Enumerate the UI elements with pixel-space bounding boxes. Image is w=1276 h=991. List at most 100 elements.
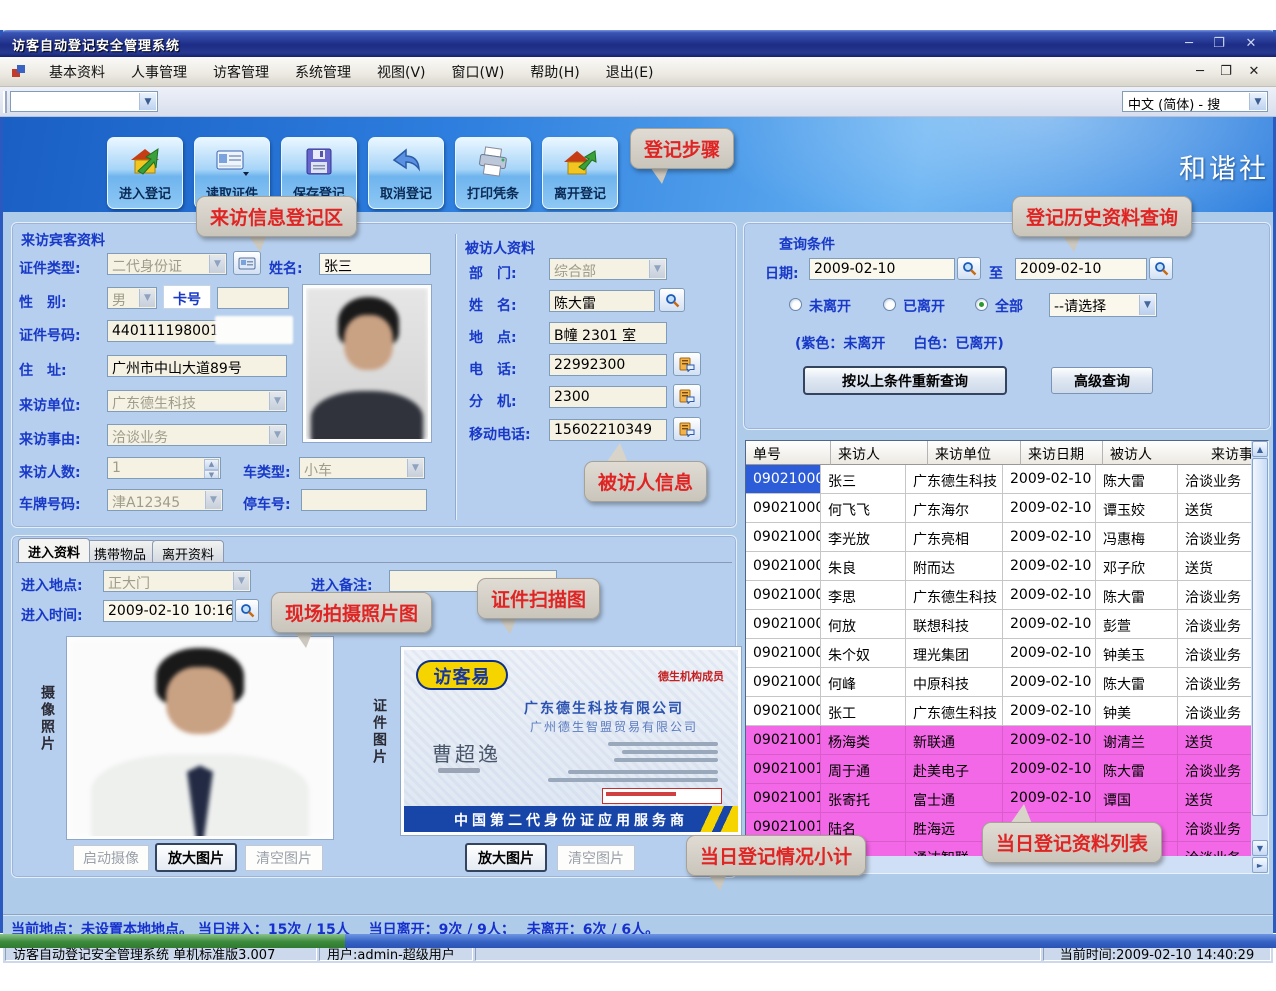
- visit-company-combobox[interactable]: 广东德生科技▼: [107, 390, 287, 412]
- column-header[interactable]: 来访人: [831, 441, 928, 465]
- tab-carried-items[interactable]: 携带物品: [84, 540, 156, 562]
- gender-combobox[interactable]: 男▼: [107, 287, 157, 309]
- tab-entry-info[interactable]: 进入资料: [18, 538, 90, 562]
- table-cell-company[interactable]: 联想科技: [906, 610, 1003, 639]
- table-cell-date[interactable]: 2009-02-10: [1003, 494, 1096, 523]
- visitor-count-stepper[interactable]: 1 ▲▼: [107, 457, 221, 479]
- table-cell-company[interactable]: 富士通: [906, 784, 1003, 813]
- table-cell-company[interactable]: 广东德生科技: [906, 581, 1003, 610]
- chevron-down-icon[interactable]: ▼: [139, 93, 156, 110]
- table-cell-company[interactable]: 新联通: [906, 726, 1003, 755]
- table-cell-id[interactable]: 090210006: [746, 610, 821, 639]
- table-cell-visitor[interactable]: 张工: [821, 697, 906, 726]
- minimize-icon[interactable]: ─: [1178, 35, 1200, 52]
- table-row[interactable]: 090210011周于通赴美电子2009-02-10陈大雷洽谈业务: [746, 755, 1268, 784]
- table-cell-id[interactable]: 090210010: [746, 726, 821, 755]
- table-cell-date[interactable]: 2009-02-10: [1003, 581, 1096, 610]
- query-select[interactable]: --请选择▼: [1049, 293, 1157, 317]
- visit-reason-combobox[interactable]: 洽谈业务▼: [107, 424, 287, 446]
- menu-item[interactable]: 访客管理: [200, 62, 282, 82]
- table-cell-visitee[interactable]: 陈大雷: [1096, 755, 1178, 784]
- table-cell-visitee[interactable]: 冯惠梅: [1096, 523, 1178, 552]
- table-cell-visitor[interactable]: 杨海类: [821, 726, 906, 755]
- table-cell-company[interactable]: 赴美电子: [906, 755, 1003, 784]
- table-cell-visitee[interactable]: 陈大雷: [1096, 581, 1178, 610]
- tab-leave-info[interactable]: 离开资料: [152, 540, 224, 562]
- radio-all[interactable]: [975, 298, 988, 311]
- table-cell-visitor[interactable]: 何飞飞: [821, 494, 906, 523]
- radio-left[interactable]: [883, 298, 896, 311]
- table-cell-id[interactable]: 090210012: [746, 784, 821, 813]
- table-cell-date[interactable]: 2009-02-10: [1003, 697, 1096, 726]
- restore-icon[interactable]: ❐: [1208, 35, 1230, 52]
- table-cell-company[interactable]: 广东德生科技: [906, 697, 1003, 726]
- table-cell-company[interactable]: 中原科技: [906, 668, 1003, 697]
- menu-item[interactable]: 系统管理: [282, 62, 364, 82]
- advanced-query-button[interactable]: 高级查询: [1051, 367, 1153, 394]
- chevron-down-icon[interactable]: ▼: [1249, 93, 1266, 110]
- table-cell-id[interactable]: 090210005: [746, 581, 821, 610]
- requery-button[interactable]: 按以上条件重新查询: [803, 366, 1007, 395]
- column-header[interactable]: 来访单位: [928, 441, 1021, 465]
- table-cell-visitor[interactable]: 李光放: [821, 523, 906, 552]
- zoom-photo-button[interactable]: 放大图片: [155, 843, 237, 872]
- table-row[interactable]: 090210009张工广东德生科技2009-02-10钟美洽谈业务: [746, 697, 1268, 726]
- column-header[interactable]: 单号: [746, 441, 831, 465]
- table-cell-visitee[interactable]: 邓子欣: [1096, 552, 1178, 581]
- mobile-dial-button[interactable]: [673, 417, 701, 441]
- table-cell-company[interactable]: 广东德生科技: [906, 465, 1003, 494]
- table-cell-company[interactable]: 理光集团: [906, 639, 1003, 668]
- date-to-input[interactable]: 2009-02-10: [1015, 258, 1147, 280]
- chevron-down-icon[interactable]: ▼: [209, 255, 225, 273]
- leave-register-button[interactable]: 离开登记: [542, 137, 618, 209]
- vertical-scroll-thumb[interactable]: [1252, 458, 1268, 816]
- radio-not-left[interactable]: [789, 298, 802, 311]
- table-row[interactable]: 090210008何峰中原科技2009-02-10陈大雷洽谈业务: [746, 668, 1268, 697]
- table-cell-visitee[interactable]: 谭国: [1096, 784, 1178, 813]
- table-cell-visitee[interactable]: 陈大雷: [1096, 668, 1178, 697]
- clear-card-button[interactable]: 清空图片: [557, 845, 635, 871]
- date-from-picker-button[interactable]: [957, 257, 981, 280]
- mobile-input[interactable]: 15602210349: [549, 419, 667, 441]
- table-cell-visitee[interactable]: 谢清兰: [1096, 726, 1178, 755]
- entry-time-input[interactable]: 2009-02-10 10:16: [103, 600, 233, 622]
- table-row[interactable]: 090210004朱良附而达2009-02-10邓子欣送货: [746, 552, 1268, 581]
- table-cell-id[interactable]: 090210011: [746, 755, 821, 784]
- table-cell-date[interactable]: 2009-02-10: [1003, 639, 1096, 668]
- visitee-name-input[interactable]: 陈大雷: [549, 290, 655, 312]
- chevron-down-icon[interactable]: ▼: [649, 260, 665, 278]
- table-row[interactable]: 090210007朱个奴理光集团2009-02-10钟美玉洽谈业务: [746, 639, 1268, 668]
- ext-dial-button[interactable]: [673, 384, 701, 408]
- table-cell-id[interactable]: 090210009: [746, 697, 821, 726]
- table-cell-date[interactable]: 2009-02-10: [1003, 755, 1096, 784]
- vertical-scrollbar[interactable]: ▲ ▼: [1251, 441, 1268, 856]
- column-header[interactable]: 来访日期: [1021, 441, 1103, 465]
- visitee-search-button[interactable]: [659, 288, 685, 312]
- enter-register-button[interactable]: 进入登记: [107, 137, 183, 209]
- chevron-down-icon[interactable]: ▼: [139, 289, 155, 307]
- table-cell-date[interactable]: 2009-02-10: [1003, 552, 1096, 581]
- table-row[interactable]: 090210012张寄托富士通2009-02-10谭国送货: [746, 784, 1268, 813]
- table-row[interactable]: 090210002何飞飞广东海尔2009-02-10谭玉姣送货: [746, 494, 1268, 523]
- table-cell-company[interactable]: 广东海尔: [906, 494, 1003, 523]
- phone-input[interactable]: 22992300: [549, 354, 667, 376]
- menu-close-icon[interactable]: ✕: [1244, 64, 1264, 79]
- start-camera-button[interactable]: 启动摄像: [73, 845, 149, 871]
- phone-dial-button[interactable]: [673, 352, 701, 376]
- table-cell-visitor[interactable]: 周于通: [821, 755, 906, 784]
- table-cell-id[interactable]: 090210004: [746, 552, 821, 581]
- plate-combobox[interactable]: 津A12345▼: [107, 489, 223, 511]
- table-cell-company[interactable]: 附而达: [906, 552, 1003, 581]
- cert-type-combobox[interactable]: 二代身份证▼: [107, 253, 227, 275]
- card-no-input[interactable]: [217, 287, 289, 309]
- table-cell-id[interactable]: 090210008: [746, 668, 821, 697]
- table-row[interactable]: 090210005李思广东德生科技2009-02-10陈大雷洽谈业务: [746, 581, 1268, 610]
- table-cell-visitor[interactable]: 张三: [821, 465, 906, 494]
- table-cell-date[interactable]: 2009-02-10: [1003, 610, 1096, 639]
- close-icon[interactable]: ✕: [1240, 35, 1262, 52]
- visit-table[interactable]: 单号来访人来访单位来访日期被访人来访事由 090210001张三广东德生科技20…: [745, 440, 1269, 874]
- table-cell-visitor[interactable]: 张寄托: [821, 784, 906, 813]
- stepper-arrows-icon[interactable]: ▲▼: [204, 459, 219, 477]
- menu-item[interactable]: 退出(E): [593, 62, 667, 82]
- chevron-down-icon[interactable]: ▼: [269, 426, 285, 444]
